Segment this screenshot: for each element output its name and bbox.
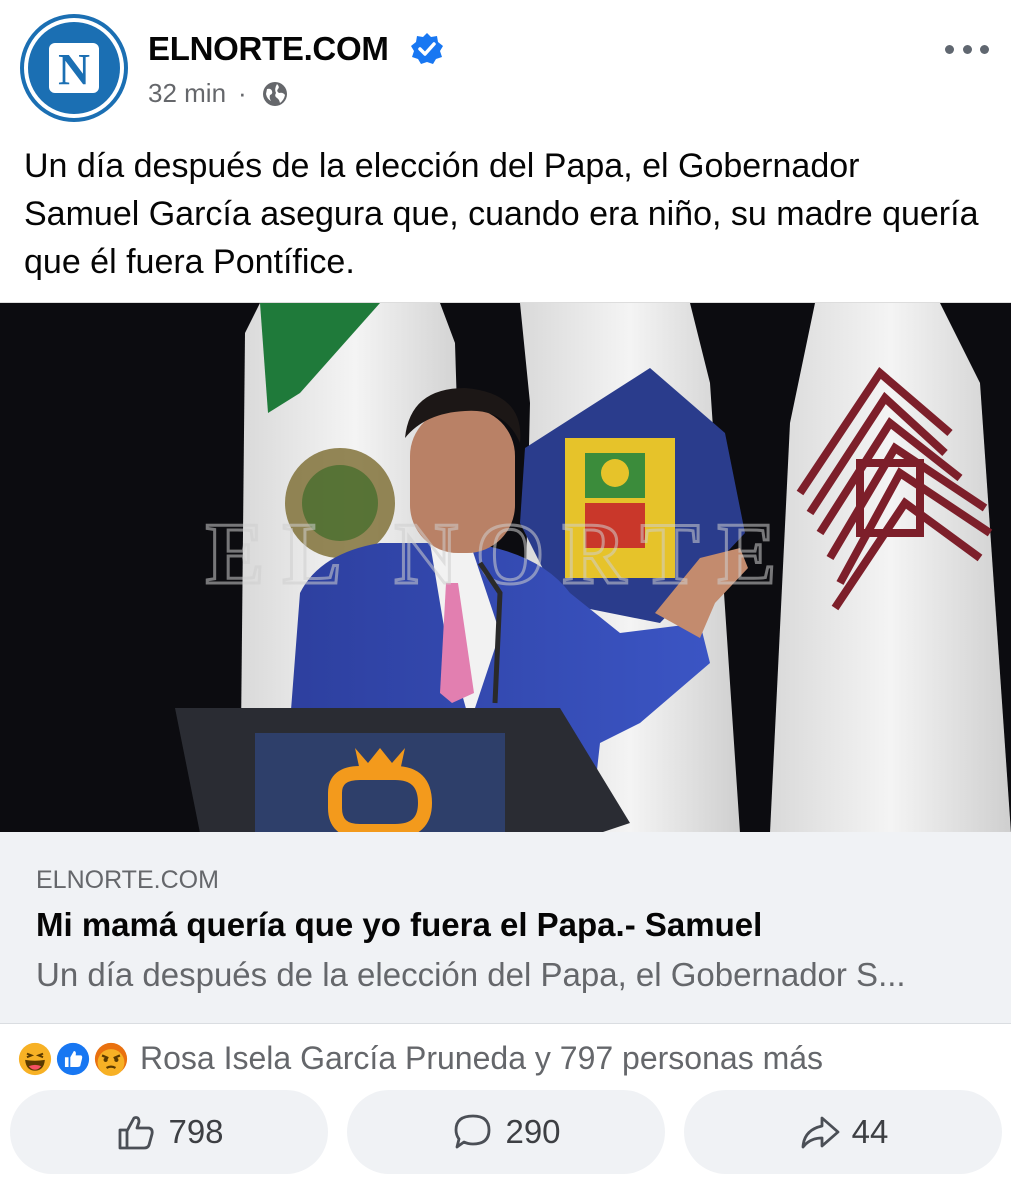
- reactions-summary[interactable]: Rosa Isela García Pruneda y 797 personas…: [16, 1036, 823, 1080]
- post-header: N ELNORTE.COM 32 min ·: [0, 0, 1011, 130]
- comment-button[interactable]: 290: [347, 1090, 665, 1174]
- verified-badge-icon: [411, 33, 443, 64]
- post-time[interactable]: 32 min: [148, 78, 226, 109]
- reactions-text[interactable]: Rosa Isela García Pruneda y 797 personas…: [140, 1040, 823, 1077]
- photo-illustration: EL NORTE: [0, 303, 1011, 832]
- more-dots-icon[interactable]: [945, 34, 989, 64]
- link-preview[interactable]: ELNORTE.COM Mi mamá quería que yo fuera …: [0, 832, 1011, 1024]
- link-description: Un día después de la elección del Papa, …: [36, 956, 906, 993]
- share-button[interactable]: 44: [684, 1090, 1002, 1174]
- post-photo[interactable]: EL NORTE: [0, 302, 1011, 832]
- post-caption: Un día después de la elección del Papa, …: [24, 147, 979, 281]
- svg-text:N: N: [58, 45, 90, 94]
- page-name[interactable]: ELNORTE.COM: [148, 30, 389, 68]
- meta-separator: ·: [238, 78, 247, 108]
- avatar-logo: N: [28, 22, 120, 114]
- like-icon: [54, 1040, 92, 1078]
- share-count: 44: [851, 1113, 889, 1150]
- thumbs-up-icon: [119, 1116, 155, 1150]
- reaction-icons: [16, 1038, 138, 1078]
- svg-text:EL NORTE: EL NORTE: [206, 506, 794, 603]
- comment-icon: [455, 1114, 491, 1149]
- link-domain: ELNORTE.COM: [36, 866, 219, 894]
- like-button[interactable]: 798: [10, 1090, 328, 1174]
- link-title: Mi mamá quería que yo fuera el Papa.- Sa…: [36, 906, 763, 943]
- comment-count: 290: [505, 1113, 561, 1150]
- post-meta: 32 min ·: [148, 78, 289, 109]
- haha-icon: [16, 1040, 54, 1078]
- like-count: 798: [168, 1113, 224, 1150]
- globe-icon: [262, 81, 287, 106]
- share-icon: [801, 1116, 840, 1149]
- action-bar: 798 290 44: [10, 1090, 1002, 1174]
- angry-icon: [92, 1040, 130, 1078]
- page-avatar[interactable]: N: [20, 14, 128, 122]
